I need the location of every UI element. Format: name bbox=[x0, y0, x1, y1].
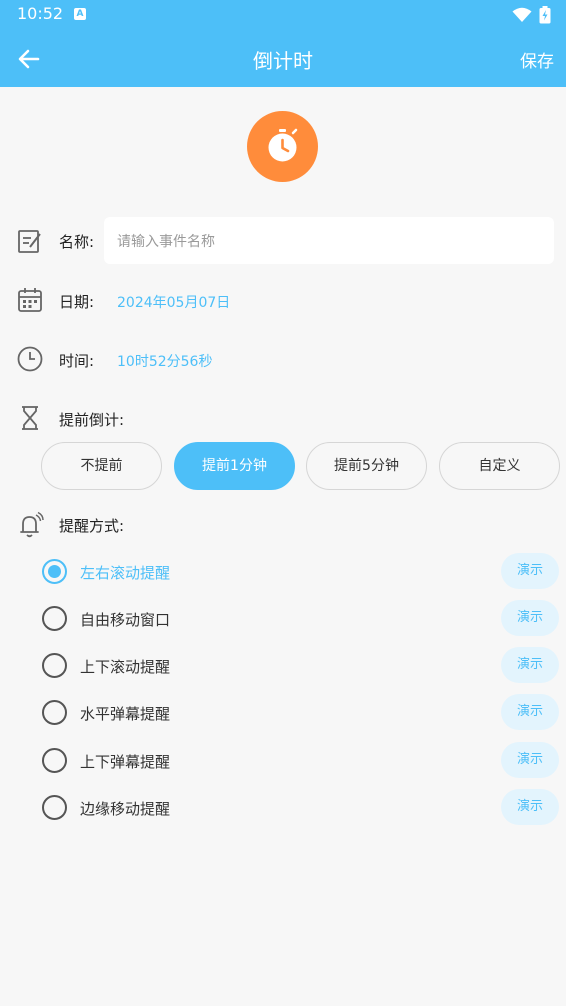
reminder-radio-selected[interactable] bbox=[42, 559, 67, 584]
stopwatch-icon-badge bbox=[247, 111, 318, 182]
status-time: 10:52 bbox=[17, 4, 64, 23]
reminder-radio[interactable] bbox=[42, 606, 67, 631]
battery-icon bbox=[539, 6, 551, 24]
reminder-option-label[interactable]: 自由移动窗口 bbox=[80, 609, 170, 630]
reminder-radio[interactable] bbox=[42, 653, 67, 678]
demo-button[interactable]: 演示 bbox=[501, 647, 559, 683]
save-button[interactable]: 保存 bbox=[520, 47, 554, 72]
event-name-input[interactable] bbox=[104, 217, 554, 264]
reminder-radio[interactable] bbox=[42, 748, 67, 773]
bell-ring-icon bbox=[20, 511, 44, 538]
advance-option-5min[interactable]: 提前5分钟 bbox=[306, 442, 427, 490]
advance-label: 提前倒计: bbox=[59, 411, 125, 429]
stopwatch-icon bbox=[268, 128, 298, 162]
reminder-option: 上下弹幕提醒 演示 bbox=[0, 741, 566, 781]
date-label: 日期: bbox=[59, 293, 95, 311]
reminder-option: 水平弹幕提醒 演示 bbox=[0, 693, 566, 733]
reminder-label: 提醒方式: bbox=[59, 517, 125, 535]
app-bar: 倒计时 保存 bbox=[0, 30, 566, 87]
reminder-option: 左右滚动提醒 演示 bbox=[0, 552, 566, 592]
demo-button[interactable]: 演示 bbox=[501, 742, 559, 778]
page-title: 倒计时 bbox=[253, 49, 313, 73]
reminder-option: 自由移动窗口 演示 bbox=[0, 599, 566, 639]
demo-button[interactable]: 演示 bbox=[501, 600, 559, 636]
reminder-option-label[interactable]: 上下弹幕提醒 bbox=[80, 751, 170, 772]
app-notification-icon: A bbox=[74, 8, 86, 20]
hourglass-icon bbox=[22, 406, 38, 430]
clock-icon bbox=[17, 346, 43, 372]
time-value[interactable]: 10时52分56秒 bbox=[117, 351, 212, 371]
reminder-option-label[interactable]: 水平弹幕提醒 bbox=[80, 703, 170, 724]
reminder-option-label[interactable]: 左右滚动提醒 bbox=[80, 562, 170, 583]
date-value[interactable]: 2024年05月07日 bbox=[117, 292, 230, 312]
demo-button[interactable]: 演示 bbox=[501, 694, 559, 730]
calendar-icon bbox=[18, 288, 42, 312]
reminder-option-label[interactable]: 边缘移动提醒 bbox=[80, 798, 170, 819]
reminder-option-label[interactable]: 上下滚动提醒 bbox=[80, 656, 170, 677]
name-label: 名称: bbox=[59, 233, 95, 251]
reminder-radio[interactable] bbox=[42, 795, 67, 820]
wifi-icon bbox=[512, 7, 532, 22]
advance-option-custom[interactable]: 自定义 bbox=[439, 442, 560, 490]
time-label: 时间: bbox=[59, 352, 95, 370]
reminder-option: 边缘移动提醒 演示 bbox=[0, 788, 566, 828]
demo-button[interactable]: 演示 bbox=[501, 789, 559, 825]
demo-button[interactable]: 演示 bbox=[501, 553, 559, 589]
status-bar: 10:52 A bbox=[0, 0, 566, 30]
edit-note-icon bbox=[18, 230, 41, 253]
advance-option-1min[interactable]: 提前1分钟 bbox=[174, 442, 295, 490]
reminder-radio[interactable] bbox=[42, 700, 67, 725]
advance-option-none[interactable]: 不提前 bbox=[41, 442, 162, 490]
reminder-option: 上下滚动提醒 演示 bbox=[0, 646, 566, 686]
